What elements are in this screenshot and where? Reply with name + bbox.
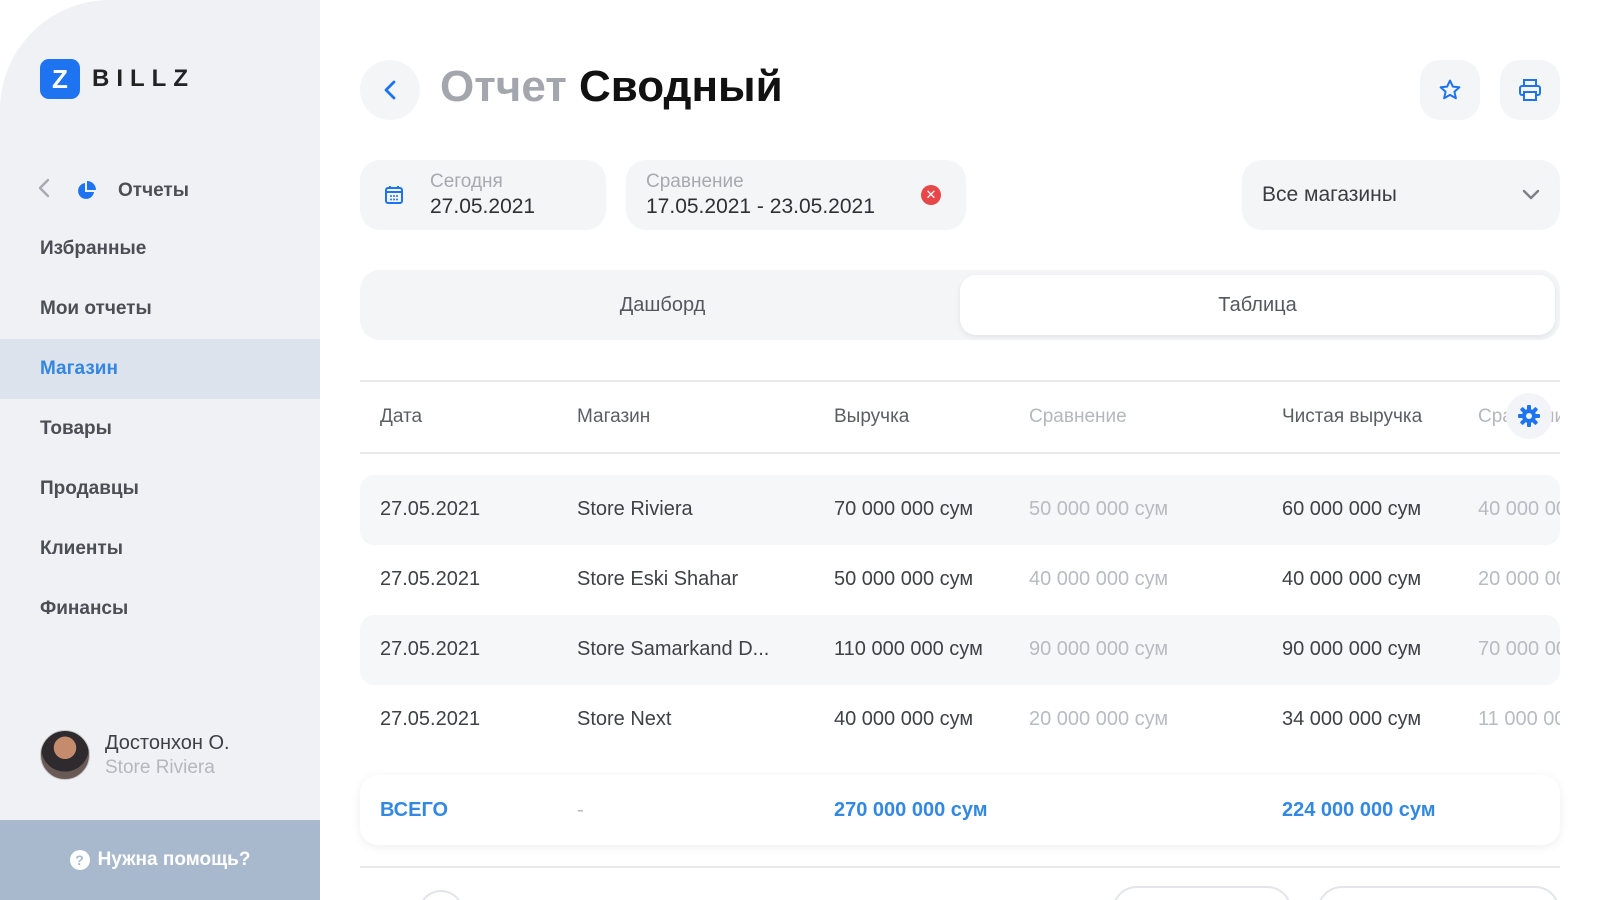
cell-revenue: 70 000 000 сум	[834, 498, 974, 520]
title-prefix: Отчет	[440, 62, 567, 111]
cell-date: 27.05.2021	[380, 638, 481, 660]
cell-comparison-2: 70 000 000 сум	[1478, 638, 1560, 660]
calendar-icon	[385, 186, 403, 204]
total-revenue: 270 000 000 сум	[834, 799, 988, 821]
cell-comparison-2: 11 000 000 сум	[1478, 708, 1560, 730]
table-top-divider	[360, 380, 1560, 382]
view-tabs: Дашборд Таблица	[360, 270, 1560, 340]
sidebar-item-clients[interactable]: Клиенты	[0, 519, 320, 579]
clear-comparison-icon[interactable]: ✕	[921, 185, 941, 205]
user-profile[interactable]: Достонхон О. Store Riviera	[40, 730, 230, 780]
page-title: Отчет Сводный	[440, 62, 783, 112]
pagination-button[interactable]	[418, 890, 464, 900]
tab-dashboard[interactable]: Дашборд	[365, 275, 960, 335]
comparison-label: Сравнение	[646, 171, 744, 192]
pie-chart-icon	[78, 181, 96, 199]
cell-net-revenue: 60 000 000 сум	[1282, 498, 1422, 520]
cell-comparison: 50 000 000 сум	[1029, 498, 1169, 520]
reports-back-link[interactable]: Отчеты	[38, 178, 189, 204]
logo-mark: Z	[40, 59, 80, 99]
avatar	[40, 730, 90, 780]
pagination-control[interactable]	[1112, 886, 1292, 900]
cell-comparison: 90 000 000 сум	[1029, 638, 1169, 660]
cell-date: 27.05.2021	[380, 708, 481, 730]
title-main: Сводный	[579, 62, 783, 111]
brand-logo[interactable]: Z BILLZ	[40, 59, 195, 99]
date-picker[interactable]: Сегодня 27.05.2021	[360, 160, 606, 230]
store-select-value: Все магазины	[1262, 183, 1397, 206]
reports-label: Отчеты	[118, 180, 189, 201]
sidebar-item-sellers[interactable]: Продавцы	[0, 459, 320, 519]
help-button[interactable]: ? Нужна помощь?	[0, 820, 320, 900]
table-settings-button[interactable]	[1506, 393, 1552, 439]
chevron-left-icon	[38, 178, 58, 204]
column-header-store[interactable]: Магазин	[577, 406, 650, 428]
cell-comparison-2: 40 000 000 сум	[1478, 498, 1560, 520]
question-icon: ?	[69, 850, 90, 870]
table-total-row: ВСЕГО - 270 000 000 сум 224 000 000 сум	[360, 775, 1560, 845]
total-net-revenue: 224 000 000 сум	[1282, 799, 1436, 821]
cell-store: Store Riviera	[577, 498, 693, 520]
column-header-revenue[interactable]: Выручка	[834, 406, 909, 428]
cell-revenue: 50 000 000 сум	[834, 568, 974, 590]
date-value: 27.05.2021	[430, 195, 536, 218]
comparison-picker[interactable]: Сравнение 17.05.2021 - 23.05.2021 ✕	[626, 160, 966, 230]
date-label: Сегодня	[430, 171, 503, 192]
sidebar-item-store[interactable]: Магазин	[0, 339, 320, 399]
cell-date: 27.05.2021	[380, 498, 481, 520]
printer-icon	[1519, 79, 1541, 101]
sidebar-item-my-reports[interactable]: Мои отчеты	[0, 279, 320, 339]
column-header-date[interactable]: Дата	[380, 406, 422, 428]
cell-date: 27.05.2021	[380, 568, 481, 590]
total-store: -	[577, 799, 584, 821]
print-button[interactable]	[1500, 60, 1560, 120]
sidebar-item-favorites[interactable]: Избранные	[0, 219, 320, 279]
table-bottom-divider	[360, 866, 1560, 868]
sidebar: Z BILLZ Отчеты Избранные Мои отчеты Мага…	[0, 0, 320, 900]
page-size-control[interactable]	[1317, 886, 1560, 900]
column-header-comparison[interactable]: Сравнение	[1029, 406, 1127, 428]
cell-store: Store Eski Shahar	[577, 568, 739, 590]
logo-text: BILLZ	[92, 65, 195, 92]
user-name: Достонхон О.	[105, 731, 230, 754]
column-header-net-revenue[interactable]: Чистая выручка	[1282, 406, 1422, 428]
cell-net-revenue: 40 000 000 сум	[1282, 568, 1422, 590]
table-header-divider	[360, 452, 1560, 454]
cell-comparison: 20 000 000 сум	[1029, 708, 1169, 730]
back-button[interactable]	[360, 60, 420, 120]
cell-store: Store Next	[577, 708, 672, 730]
cell-comparison: 40 000 000 сум	[1029, 568, 1169, 590]
star-icon	[1439, 79, 1461, 100]
cell-comparison-2: 20 000 000 сум	[1478, 568, 1560, 590]
cell-revenue: 40 000 000 сум	[834, 708, 974, 730]
total-label: ВСЕГО	[380, 799, 449, 821]
chevron-left-icon	[384, 80, 396, 100]
chevron-down-icon	[1522, 189, 1540, 200]
store-select[interactable]: Все магазины	[1242, 160, 1560, 230]
comparison-value: 17.05.2021 - 23.05.2021	[646, 195, 875, 218]
user-store: Store Riviera	[105, 756, 215, 778]
favorite-button[interactable]	[1420, 60, 1480, 120]
sidebar-item-products[interactable]: Товары	[0, 399, 320, 459]
cell-revenue: 110 000 000 сум	[834, 638, 983, 660]
sidebar-item-finance[interactable]: Финансы	[0, 579, 320, 639]
cell-net-revenue: 90 000 000 сум	[1282, 638, 1422, 660]
gear-icon	[1518, 405, 1540, 427]
tab-table[interactable]: Таблица	[960, 275, 1555, 335]
cell-net-revenue: 34 000 000 сум	[1282, 708, 1422, 730]
help-label: Нужна помощь?	[97, 849, 251, 870]
cell-store: Store Samarkand D...	[577, 638, 770, 660]
